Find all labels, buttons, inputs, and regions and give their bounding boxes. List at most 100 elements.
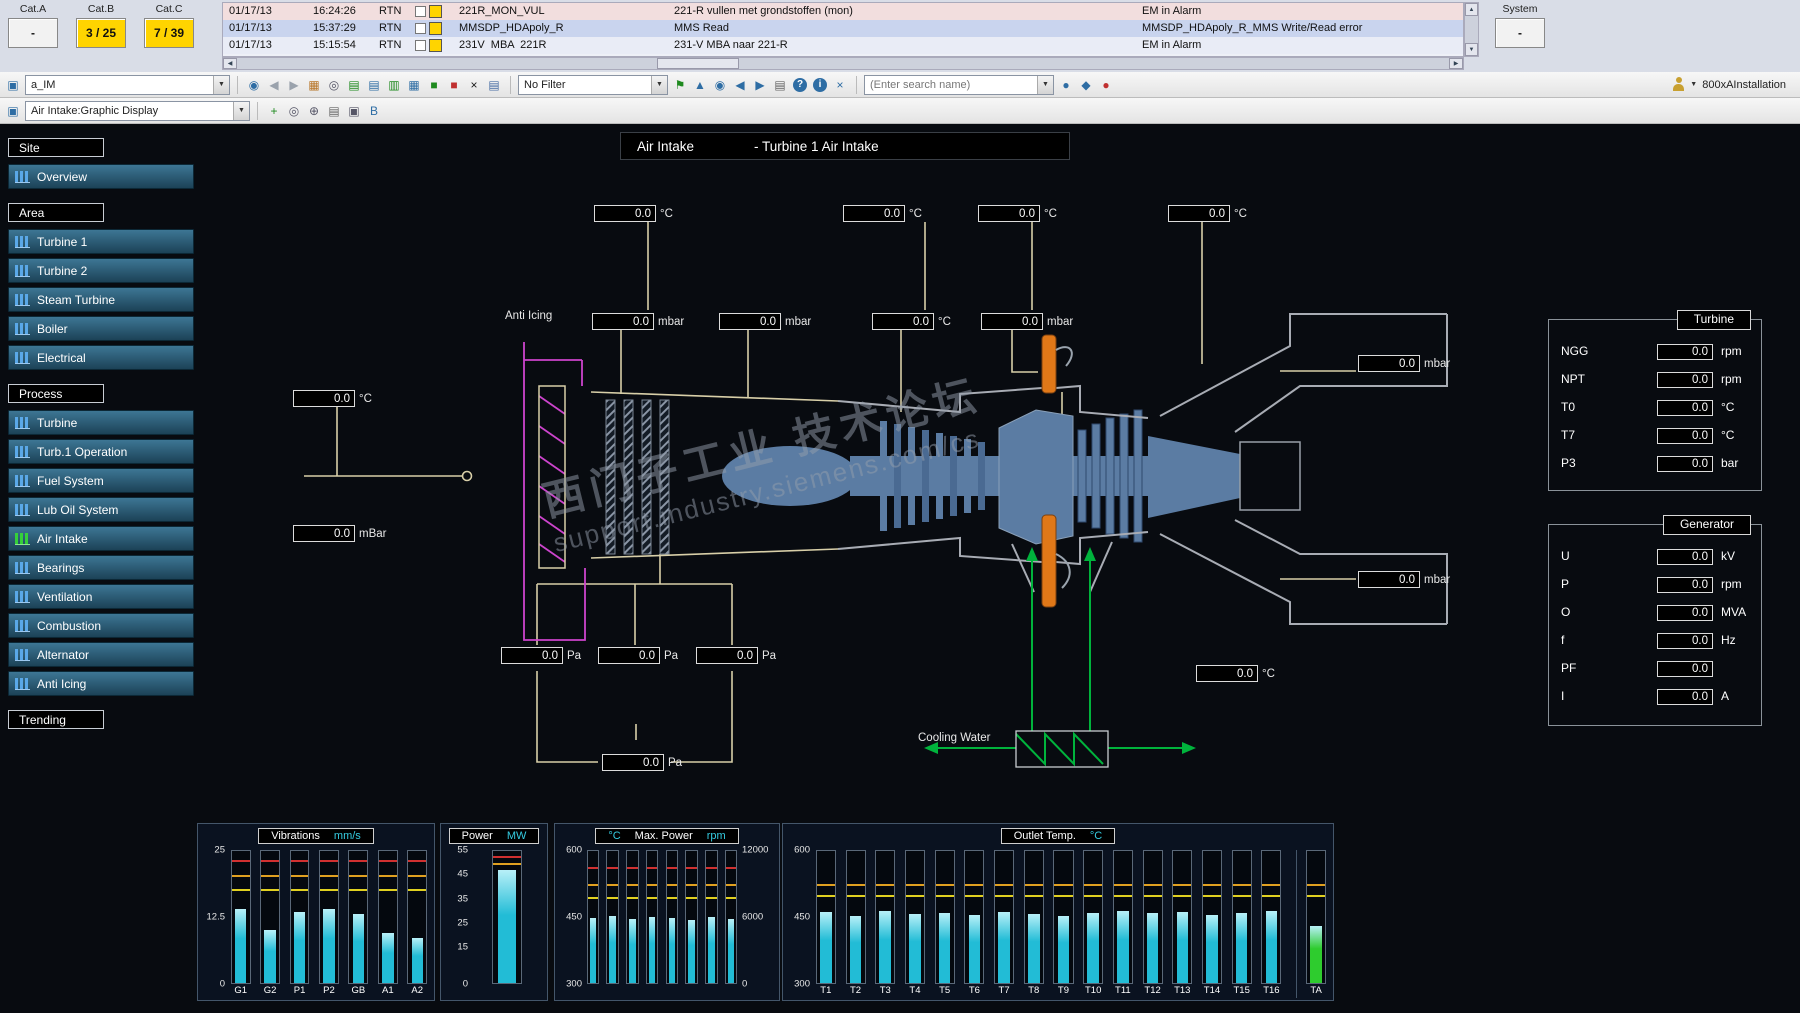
display-select-icon[interactable]: ▣ — [4, 102, 22, 120]
table-icon[interactable]: ▦ — [405, 76, 423, 94]
save-aspect-icon[interactable]: ◉ — [245, 76, 263, 94]
app-select[interactable]: a_IM ▼ — [25, 74, 230, 95]
alarm-date: 01/17/13 — [229, 39, 272, 51]
measurement-value: 0.0 °C — [843, 205, 922, 222]
snapshot-icon[interactable]: ▣ — [345, 102, 363, 120]
graphic-stop-icon[interactable]: ■ — [445, 76, 463, 94]
bold-icon[interactable]: B — [365, 102, 383, 120]
alarm-description: 231-V MBA naar 221-R — [674, 39, 788, 51]
category-label: Cat.C — [155, 3, 183, 15]
trend-display-icon[interactable]: ▥ — [385, 76, 403, 94]
panel-row-ngg: NGG 0.0 rpm — [1561, 344, 1742, 360]
chart-y-axis: 600 450 300 — [566, 844, 582, 990]
category-label: T2 — [850, 985, 862, 996]
alarm-count-box[interactable]: 3 / 25 — [76, 18, 126, 48]
zoom-icon[interactable]: ◎ — [325, 76, 343, 94]
info-icon[interactable]: i — [813, 77, 827, 92]
scroll-up-icon[interactable]: ▲ — [1465, 3, 1478, 16]
find-user-icon[interactable]: ◆ — [1077, 76, 1095, 94]
up-level-icon[interactable]: ▲ — [691, 76, 709, 94]
limit-marker — [1307, 884, 1326, 887]
filter-select[interactable]: No Filter ▼ — [518, 74, 668, 95]
bar-well — [1112, 850, 1133, 984]
limit-marker — [1054, 895, 1073, 898]
close-search-icon[interactable]: × — [831, 76, 849, 94]
unit-label: mBar — [359, 527, 387, 540]
display-toolbar: ▣ Air Intake:Graphic Display ▼ + ◎ ⊕ ▤ ▣ B — [0, 98, 1800, 124]
document-icon[interactable]: ▤ — [485, 76, 503, 94]
back-icon[interactable]: ◀ — [265, 76, 283, 94]
alarm-count-box[interactable]: - — [8, 18, 58, 48]
scroll-left-icon[interactable]: ◀ — [223, 58, 237, 69]
bar-well — [934, 850, 955, 984]
print-icon[interactable]: ▤ — [325, 102, 343, 120]
scroll-right-icon[interactable]: ▶ — [1449, 58, 1463, 69]
chevron-down-icon[interactable]: ▼ — [233, 101, 249, 120]
category-label — [644, 984, 660, 998]
alarm-row[interactable]: 01/17/13 16:24:26 RTN 221R_MON_VUL 221-R vul… — [223, 3, 1463, 20]
display-view-select[interactable]: Air Intake:Graphic Display ▼ — [25, 100, 250, 121]
security-stop-icon[interactable]: ● — [1097, 76, 1115, 94]
zoom-icon[interactable]: ◎ — [285, 102, 303, 120]
panel-title: Turbine — [1676, 310, 1751, 330]
alarm-checkbox[interactable] — [415, 23, 426, 34]
bar — [1087, 912, 1099, 983]
unit-label: Pa — [664, 649, 679, 662]
limit-marker — [935, 884, 954, 887]
alarm-checkbox[interactable] — [415, 6, 426, 17]
bar-well — [815, 850, 836, 984]
search-input[interactable]: (Enter search name) ▼ — [864, 74, 1054, 95]
alarm-horizontal-scrollbar[interactable]: ◀ ▶ — [222, 57, 1464, 70]
limit-marker — [1232, 884, 1251, 887]
event-list-icon[interactable]: ▤ — [365, 76, 383, 94]
chevron-down-icon[interactable]: ▼ — [1037, 75, 1053, 94]
forward-icon[interactable]: ▶ — [285, 76, 303, 94]
category-label: Cat.B — [87, 3, 115, 15]
pan-hand-icon[interactable]: ⊕ — [305, 102, 323, 120]
chevron-down-icon[interactable]: ▼ — [213, 75, 229, 94]
print-icon[interactable]: ▤ — [771, 76, 789, 94]
filter-flag-icon[interactable]: ⚑ — [671, 76, 689, 94]
chart-column: T12 — [1140, 850, 1166, 998]
layout-icon[interactable]: ▦ — [305, 76, 323, 94]
user-icon[interactable] — [1672, 77, 1685, 92]
alarm-type: RTN — [379, 5, 402, 17]
category-label: GB — [351, 985, 366, 996]
browse-back-icon[interactable]: ◀ — [731, 76, 749, 94]
help-icon[interactable]: ? — [793, 77, 807, 92]
category-label: P2 — [323, 985, 335, 996]
target-icon[interactable]: ◉ — [711, 76, 729, 94]
operator-icon[interactable]: ● — [1057, 76, 1075, 94]
chart-column: T14 — [1199, 850, 1225, 998]
browse-forward-icon[interactable]: ▶ — [751, 76, 769, 94]
measurement-value: 0.0 mbar — [1358, 355, 1450, 372]
system-value-box[interactable]: - — [1495, 18, 1545, 48]
alarm-row[interactable]: 01/17/13 15:15:54 RTN 231V MBA 221R 231-V MB… — [223, 37, 1463, 54]
limit-marker — [995, 884, 1014, 887]
alarm-row[interactable]: 01/17/13 15:37:29 RTN MMSDP_HDApoly_R MMS Re… — [223, 20, 1463, 37]
bar-well — [705, 850, 718, 984]
limit-marker — [378, 859, 397, 862]
cut-icon[interactable]: × — [465, 76, 483, 94]
add-icon[interactable]: + — [265, 102, 283, 120]
display-select-icon[interactable]: ▣ — [4, 76, 22, 94]
limit-marker — [686, 884, 697, 887]
scroll-down-icon[interactable]: ▼ — [1465, 43, 1478, 56]
scrollbar-thumb[interactable] — [657, 58, 739, 69]
chevron-down-icon[interactable]: ▼ — [1690, 81, 1697, 88]
category-label — [605, 984, 621, 998]
system-status: System - — [1490, 3, 1550, 48]
limit-marker — [706, 897, 717, 900]
alarm-count-box[interactable]: 7 / 39 — [144, 18, 194, 48]
alarm-priority-icon — [429, 5, 442, 18]
alarm-type: RTN — [379, 39, 402, 51]
chart-column: T6 — [962, 850, 988, 998]
alarm-checkbox[interactable] — [415, 40, 426, 51]
value-box: 0.0 — [1657, 689, 1713, 705]
category-label — [723, 984, 739, 998]
alarm-vertical-scrollbar[interactable]: ▲ ▼ — [1464, 2, 1479, 57]
graphic-ok-icon[interactable]: ■ — [425, 76, 443, 94]
chevron-down-icon[interactable]: ▼ — [651, 75, 667, 94]
alarm-description: MMS Read — [674, 22, 730, 34]
alarm-list-icon[interactable]: ▤ — [345, 76, 363, 94]
